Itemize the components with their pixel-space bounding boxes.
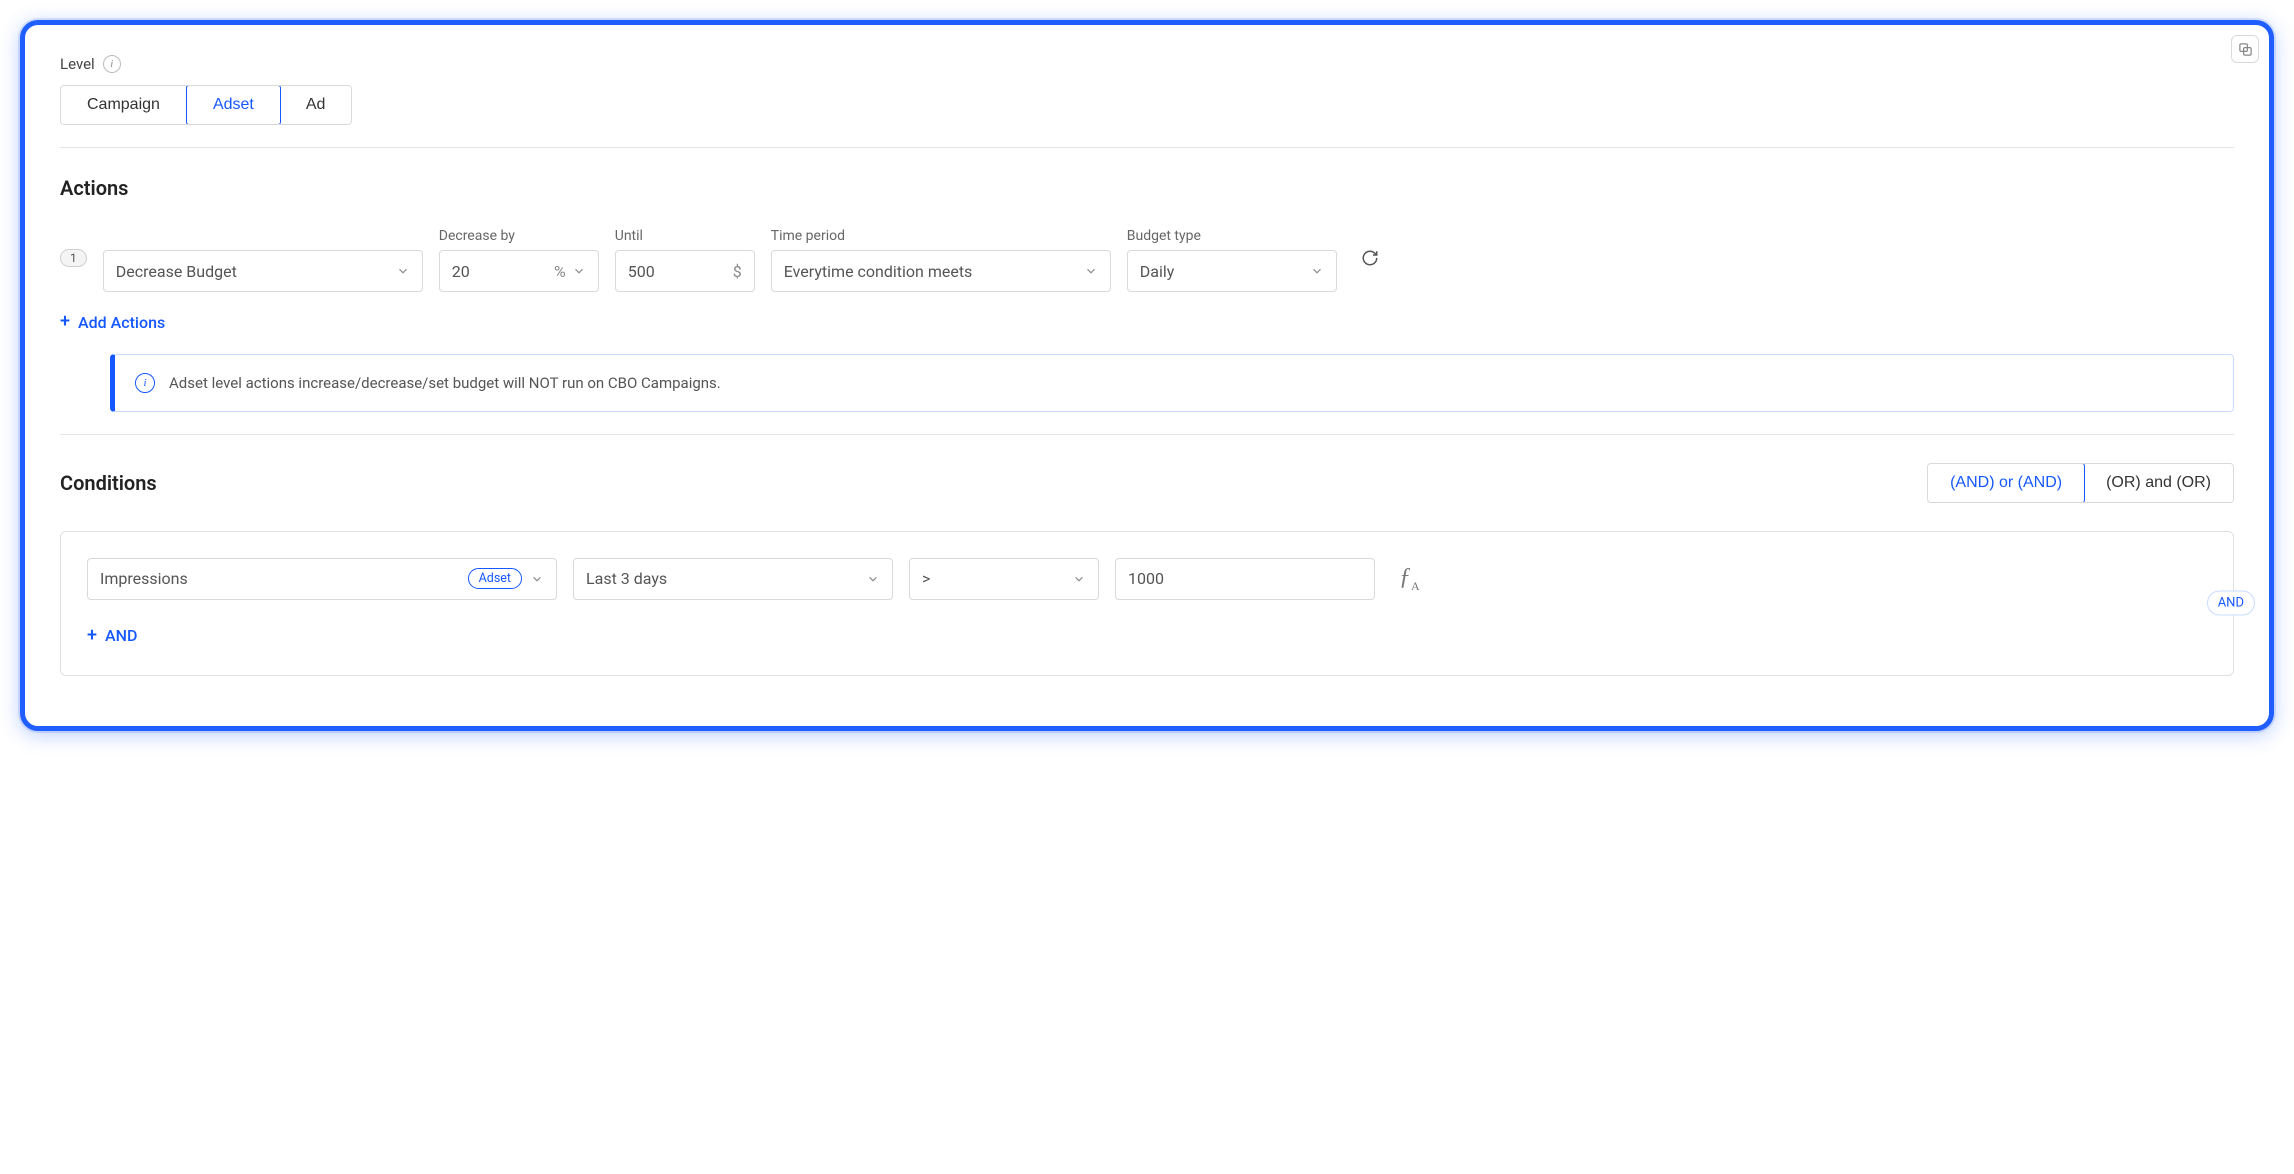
budget-type-label: Budget type xyxy=(1127,228,1337,244)
condition-row: Impressions Adset Last 3 days > 1000 xyxy=(87,558,2207,600)
logic-or[interactable]: (OR) and (OR) xyxy=(2084,464,2233,502)
logic-segmented: (AND) or (AND) (OR) and (OR) xyxy=(1927,463,2234,503)
timerange-select[interactable]: Last 3 days xyxy=(573,558,893,600)
operator-select[interactable]: > xyxy=(909,558,1099,600)
decrease-input[interactable]: 20 % xyxy=(439,250,599,292)
add-condition-label: AND xyxy=(105,626,137,645)
step-badge: 1 xyxy=(60,249,87,267)
info-icon: i xyxy=(135,373,155,393)
decrease-unit: % xyxy=(544,262,566,281)
plus-icon: + xyxy=(87,627,97,645)
chevron-down-icon xyxy=(866,572,880,586)
chevron-down-icon xyxy=(396,264,410,278)
until-label: Until xyxy=(615,228,755,244)
budget-type-select[interactable]: Daily xyxy=(1127,250,1337,292)
chevron-down-icon xyxy=(1310,264,1324,278)
period-label: Time period xyxy=(771,228,1111,244)
chevron-down-icon xyxy=(530,572,544,586)
until-value: 500 xyxy=(628,262,655,281)
level-label: Level xyxy=(60,55,95,73)
action-type-select[interactable]: Decrease Budget xyxy=(103,250,423,292)
level-segmented: Campaign Adset Ad xyxy=(60,85,352,125)
metric-select[interactable]: Impressions Adset xyxy=(87,558,557,600)
reset-button[interactable] xyxy=(1353,241,1387,275)
chevron-down-icon xyxy=(1084,264,1098,278)
budget-type-value: Daily xyxy=(1140,262,1175,281)
add-condition-button[interactable]: + AND xyxy=(87,626,137,645)
formula-button[interactable]: ƒA xyxy=(1391,564,1428,594)
level-campaign[interactable]: Campaign xyxy=(61,86,187,124)
add-actions-label: Add Actions xyxy=(78,313,165,332)
plus-icon: + xyxy=(60,313,70,331)
info-icon[interactable]: i xyxy=(103,55,121,73)
threshold-input[interactable]: 1000 xyxy=(1115,558,1375,600)
action-type-value: Decrease Budget xyxy=(116,262,237,281)
copy-button[interactable] xyxy=(2231,35,2259,63)
chevron-down-icon xyxy=(1072,572,1086,586)
divider xyxy=(60,147,2234,148)
level-ad[interactable]: Ad xyxy=(280,86,352,124)
rule-builder-panel: Level i Campaign Adset Ad Actions 1 Decr… xyxy=(20,20,2274,731)
period-value: Everytime condition meets xyxy=(784,262,973,281)
group-connector-tag: AND xyxy=(2207,591,2255,616)
decrease-label: Decrease by xyxy=(439,228,599,244)
logic-and[interactable]: (AND) or (AND) xyxy=(1927,463,2085,503)
operator-value: > xyxy=(922,569,930,588)
refresh-icon xyxy=(1361,249,1379,267)
action-row: 1 Decrease Budget Decrease by 20 % Until xyxy=(60,228,2234,292)
info-banner: i Adset level actions increase/decrease/… xyxy=(110,354,2234,412)
until-input[interactable]: 500 $ xyxy=(615,250,755,292)
conditions-heading: Conditions xyxy=(60,471,157,495)
copy-icon xyxy=(2238,42,2253,57)
timerange-value: Last 3 days xyxy=(586,569,667,588)
scope-pill: Adset xyxy=(468,568,522,589)
condition-group: Impressions Adset Last 3 days > 1000 xyxy=(60,531,2234,677)
metric-value: Impressions xyxy=(100,569,188,588)
period-select[interactable]: Everytime condition meets xyxy=(771,250,1111,292)
add-actions-button[interactable]: + Add Actions xyxy=(60,313,165,332)
until-unit: $ xyxy=(723,262,742,281)
info-text: Adset level actions increase/decrease/se… xyxy=(169,374,721,392)
chevron-down-icon xyxy=(572,264,586,278)
threshold-value: 1000 xyxy=(1128,569,1164,588)
level-adset[interactable]: Adset xyxy=(186,85,281,125)
actions-heading: Actions xyxy=(60,176,2234,200)
decrease-value: 20 xyxy=(452,262,470,281)
divider xyxy=(60,434,2234,435)
